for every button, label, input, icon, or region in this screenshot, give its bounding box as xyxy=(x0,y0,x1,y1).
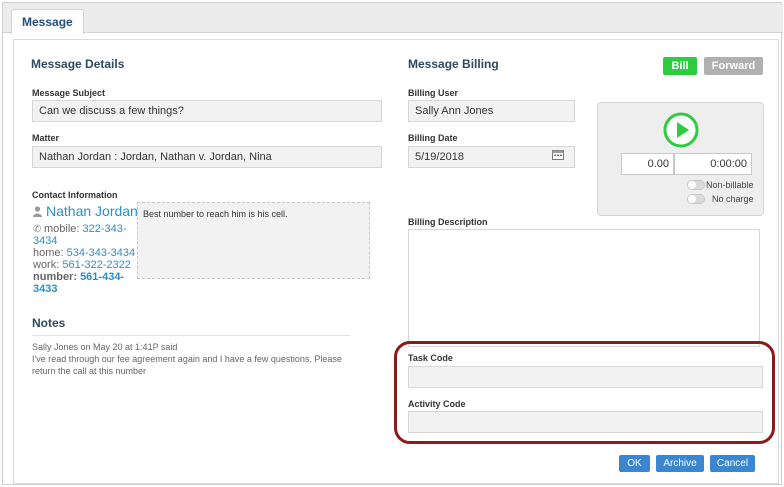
notes-divider xyxy=(32,335,350,336)
person-icon xyxy=(33,206,42,217)
notes-title: Notes xyxy=(32,316,66,330)
message-details-title: Message Details xyxy=(31,57,125,71)
contact-number-cont: 3433 xyxy=(33,283,57,295)
billing-description-label: Billing Description xyxy=(408,217,488,227)
tab-message[interactable]: Message xyxy=(11,9,84,34)
non-billable-label: Non-billable xyxy=(706,180,754,190)
home-label: home: xyxy=(33,247,67,259)
billing-user-label: Billing User xyxy=(408,88,459,98)
no-charge-label: No charge xyxy=(712,194,754,204)
mobile-label: mobile: xyxy=(44,223,83,235)
home-number[interactable]: 534-343-3434 xyxy=(67,247,136,259)
work-label: work: xyxy=(33,259,63,271)
contact-information-label: Contact Information xyxy=(32,190,118,200)
number-label: number: xyxy=(33,271,81,283)
highlight-annotation xyxy=(394,341,775,444)
note-entry-line-1: I've read through our fee agreement agai… xyxy=(32,354,342,364)
cancel-button[interactable]: Cancel xyxy=(710,455,755,472)
matter-input[interactable]: Nathan Jordan : Jordan, Nathan v. Jordan… xyxy=(32,146,382,168)
number-number[interactable]: 561-434- xyxy=(80,271,124,283)
bill-button[interactable]: Bill xyxy=(663,57,697,75)
message-billing-title: Message Billing xyxy=(408,57,499,71)
phone-icon: ✆ xyxy=(33,224,42,235)
contact-home: home: 534-343-3434 xyxy=(33,247,135,259)
timer-amount[interactable]: 0.00 xyxy=(621,153,674,175)
mobile-number[interactable]: 322-343- xyxy=(83,223,127,235)
message-subject-input[interactable]: Can we discuss a few things? xyxy=(32,100,382,122)
mobile-number-cont[interactable]: 3434 xyxy=(33,235,57,247)
billing-description-textarea[interactable] xyxy=(408,229,760,347)
timer-time[interactable]: 0:00:00 xyxy=(674,153,752,175)
billing-date-label: Billing Date xyxy=(408,133,458,143)
archive-button[interactable]: Archive xyxy=(656,455,704,472)
billing-user-input[interactable]: Sally Ann Jones xyxy=(408,100,575,122)
billing-date-input[interactable]: 5/19/2018 xyxy=(408,146,575,168)
forward-button[interactable]: Forward xyxy=(704,57,763,75)
note-entry-line-2: return the call at this number xyxy=(32,366,147,376)
calendar-icon[interactable] xyxy=(552,149,564,160)
no-charge-toggle[interactable] xyxy=(687,194,705,204)
matter-label: Matter xyxy=(32,133,60,143)
play-icon[interactable] xyxy=(663,112,699,148)
number-number-cont[interactable]: 3433 xyxy=(33,283,57,295)
contact-name-link[interactable]: Nathan Jordan xyxy=(46,203,138,219)
contact-number: number: 561-434- xyxy=(33,271,124,283)
non-billable-toggle[interactable] xyxy=(687,180,705,190)
work-number[interactable]: 561-322-2322 xyxy=(62,259,131,271)
ok-button[interactable]: OK xyxy=(619,455,650,472)
message-subject-label: Message Subject xyxy=(32,88,106,98)
tab-bar: Message xyxy=(3,3,783,34)
note-entry-header: Sally Jones on May 20 at 1:41P said xyxy=(32,342,178,352)
contact-note: Best number to reach him is his cell. xyxy=(137,202,370,279)
contact-mobile: mobile: 322-343- xyxy=(44,223,127,235)
contact-mobile-cont: 3434 xyxy=(33,235,57,247)
contact-work: work: 561-322-2322 xyxy=(33,259,131,271)
